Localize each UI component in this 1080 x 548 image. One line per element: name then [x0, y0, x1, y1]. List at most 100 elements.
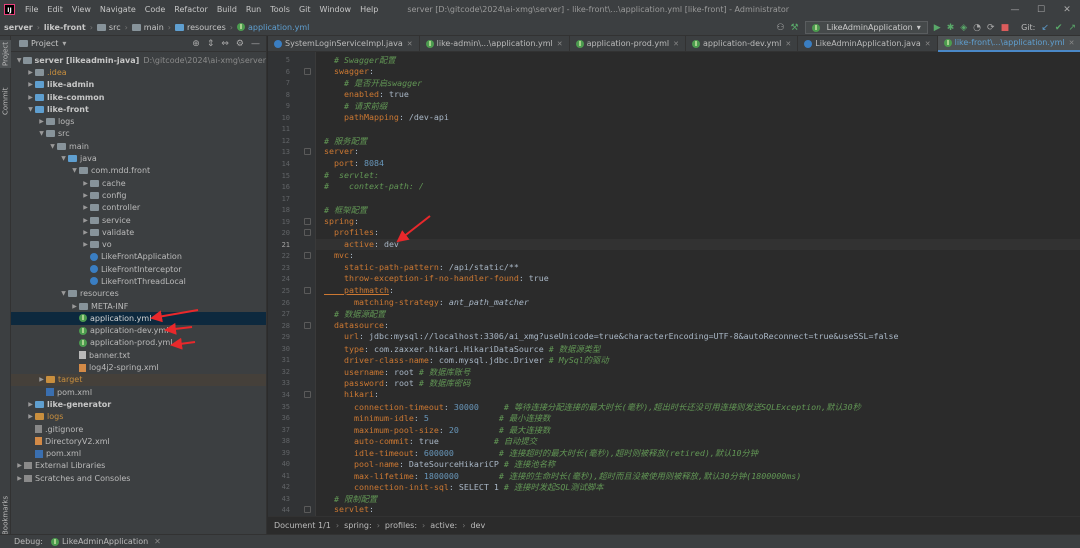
debug-icon[interactable]: ✱: [947, 23, 955, 33]
tree-item[interactable]: ▶ META-INF: [11, 300, 266, 312]
yaml-breadcrumb-item[interactable]: Document 1/1: [274, 521, 331, 530]
fold-marker-icon[interactable]: [304, 506, 311, 514]
menu-run[interactable]: Run: [246, 5, 261, 14]
menu-code[interactable]: Code: [145, 5, 165, 14]
collapsed-arrow-icon[interactable]: ▶: [81, 192, 90, 199]
hide-icon[interactable]: —: [251, 39, 260, 49]
tree-item[interactable]: application.yml: [11, 312, 266, 325]
editor-tab[interactable]: LikeAdminApplication.java ✕: [798, 35, 938, 52]
git-push-icon[interactable]: ↗: [1068, 23, 1076, 33]
tree-item[interactable]: ▶ .idea: [11, 66, 266, 78]
project-tool-tab[interactable]: Project: [0, 40, 11, 68]
collapsed-arrow-icon[interactable]: ▶: [81, 229, 90, 236]
menu-refactor[interactable]: Refactor: [174, 5, 208, 14]
yaml-breadcrumb-item[interactable]: spring:: [344, 521, 372, 530]
tree-item[interactable]: DirectoryV2.xml: [11, 435, 266, 447]
close-icon[interactable]: ✕: [154, 537, 161, 546]
menu-window[interactable]: Window: [320, 5, 352, 14]
collapsed-arrow-icon[interactable]: ▶: [26, 81, 35, 88]
fold-marker-icon[interactable]: [304, 148, 311, 156]
collapsed-arrow-icon[interactable]: ▶: [26, 401, 35, 408]
tree-item[interactable]: ▶ like-generator: [11, 398, 266, 410]
collapsed-arrow-icon[interactable]: ▶: [81, 241, 90, 248]
collapsed-arrow-icon[interactable]: ▶: [81, 180, 90, 187]
menu-build[interactable]: Build: [217, 5, 237, 14]
tree-item[interactable]: ▶ service: [11, 214, 266, 226]
expanded-arrow-icon[interactable]: ▼: [59, 290, 68, 297]
editor-tab[interactable]: like-admin\...\application.yml ✕: [420, 35, 570, 52]
close-tab-icon[interactable]: ✕: [925, 40, 931, 48]
editor-tab[interactable]: application-prod.yml ✕: [570, 35, 686, 52]
tree-item[interactable]: application-dev.yml: [11, 325, 266, 337]
fold-marker-icon[interactable]: [304, 321, 311, 329]
collapsed-arrow-icon[interactable]: ▶: [81, 217, 90, 224]
tree-item[interactable]: ▶ logs: [11, 115, 266, 127]
expanded-arrow-icon[interactable]: ▼: [59, 155, 68, 162]
coverage-icon[interactable]: ◈: [960, 23, 967, 33]
expanded-arrow-icon[interactable]: ▼: [37, 130, 46, 137]
fold-marker-icon[interactable]: [304, 287, 311, 294]
menu-edit[interactable]: Edit: [47, 5, 63, 14]
tree-item[interactable]: LikeFrontThreadLocal: [11, 275, 266, 287]
close-tab-icon[interactable]: ✕: [673, 40, 679, 48]
git-commit-icon[interactable]: ✔: [1055, 23, 1063, 33]
tree-item[interactable]: banner.txt: [11, 349, 266, 361]
nav-crumb[interactable]: server: [4, 23, 33, 32]
run-config-select[interactable]: LikeAdminApplication ▾: [804, 21, 928, 34]
project-view-select[interactable]: Project: [31, 39, 58, 48]
editor-tab[interactable]: SystemLoginServiceImpl.java ✕: [268, 35, 420, 52]
tree-item[interactable]: ▶ controller: [11, 202, 266, 214]
collapsed-arrow-icon[interactable]: ▶: [37, 376, 46, 383]
tree-item[interactable]: ▶ External Libraries: [11, 460, 266, 472]
tree-item[interactable]: LikeFrontApplication: [11, 251, 266, 263]
tree-item[interactable]: log4j2-spring.xml: [11, 361, 266, 373]
fold-marker-icon[interactable]: [304, 67, 311, 75]
expanded-arrow-icon[interactable]: ▼: [26, 106, 35, 113]
menu-file[interactable]: File: [25, 5, 38, 14]
fold-marker-icon[interactable]: [304, 217, 311, 225]
tree-item[interactable]: ▶ vo: [11, 238, 266, 250]
stop-icon[interactable]: ■: [1001, 23, 1010, 33]
attach-icon[interactable]: ⟳: [987, 23, 995, 33]
menu-help[interactable]: Help: [360, 5, 378, 14]
expanded-arrow-icon[interactable]: ▼: [15, 57, 23, 64]
user-icon[interactable]: ⚇: [776, 23, 784, 33]
tree-item[interactable]: ▼ resources: [11, 288, 266, 300]
expanded-arrow-icon[interactable]: ▼: [70, 167, 79, 174]
menu-navigate[interactable]: Navigate: [100, 5, 136, 14]
editor-tab[interactable]: like-front\...\application.yml ✕: [937, 35, 1080, 52]
collapsed-arrow-icon[interactable]: ▶: [15, 462, 24, 469]
minimize-icon[interactable]: —: [1002, 0, 1028, 19]
tree-item[interactable]: ▼ main: [11, 140, 266, 152]
tree-item[interactable]: ▶ logs: [11, 411, 266, 423]
commit-tool-tab[interactable]: Commit: [0, 86, 11, 116]
expand-all-icon[interactable]: ⇔: [221, 39, 229, 49]
nav-crumb[interactable]: src: [96, 23, 121, 32]
debug-config[interactable]: LikeAdminApplication: [62, 537, 148, 546]
collapsed-arrow-icon[interactable]: ▶: [37, 118, 46, 125]
run-icon[interactable]: ▶: [934, 23, 941, 33]
bookmarks-tool-tab[interactable]: Bookmarks: [0, 495, 11, 534]
menu-tools[interactable]: Tools: [270, 5, 290, 14]
collapsed-arrow-icon[interactable]: ▶: [26, 69, 35, 76]
gear-icon[interactable]: ⚙: [236, 39, 244, 49]
yaml-breadcrumb-item[interactable]: profiles:: [385, 521, 417, 530]
tree-item[interactable]: ▼ com.mdd.front: [11, 165, 266, 177]
tree-item[interactable]: ▶ cache: [11, 177, 266, 189]
tree-item[interactable]: ▶ like-admin: [11, 79, 266, 91]
code-editor[interactable]: 5 6 7 8 9 10 11 12 13 14 15 16 17 18 19 20 21 22 23 24 25 26 2…: [268, 52, 1080, 516]
close-tab-icon[interactable]: ✕: [407, 40, 413, 48]
close-tab-icon[interactable]: ✕: [785, 40, 791, 48]
tree-item[interactable]: .gitignore: [11, 423, 266, 435]
close-tab-icon[interactable]: ✕: [1069, 39, 1075, 47]
tree-item[interactable]: ▶ config: [11, 189, 266, 201]
collapsed-arrow-icon[interactable]: ▶: [15, 475, 24, 482]
tree-item[interactable]: ▶ like-common: [11, 91, 266, 103]
nav-crumb[interactable]: resources: [175, 23, 226, 32]
collapsed-arrow-icon[interactable]: ▶: [26, 413, 35, 420]
collapsed-arrow-icon[interactable]: ▶: [70, 303, 79, 310]
chevron-down-icon[interactable]: ▾: [62, 39, 66, 48]
tree-item[interactable]: pom.xml: [11, 386, 266, 398]
collapsed-arrow-icon[interactable]: ▶: [26, 94, 35, 101]
tree-item[interactable]: ▶ target: [11, 373, 266, 387]
